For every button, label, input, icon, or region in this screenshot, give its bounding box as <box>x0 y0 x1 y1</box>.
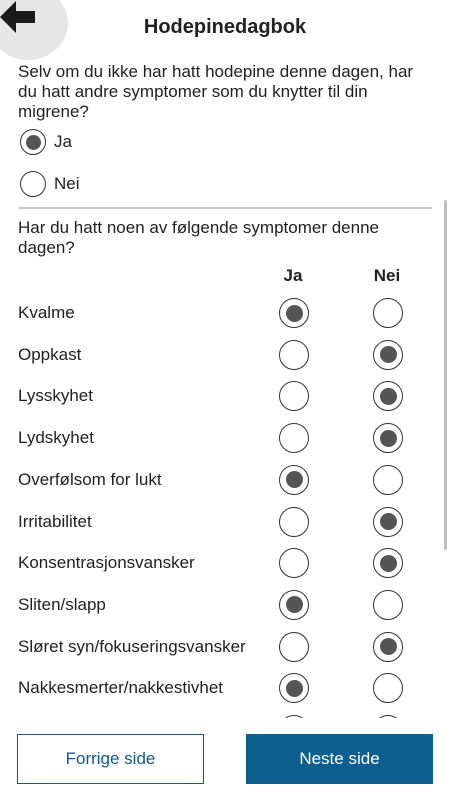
symptom-label: Konsentrasjonsvansker <box>18 553 195 573</box>
radio-ja[interactable] <box>279 464 309 495</box>
symptom-radio-ja[interactable] <box>279 339 309 370</box>
option-nei[interactable]: Nei <box>20 171 80 197</box>
option-ja[interactable]: Ja <box>20 129 72 155</box>
radio-ja[interactable] <box>279 673 309 704</box>
symptom-radio-ja[interactable] <box>279 631 309 662</box>
radio-ja[interactable] <box>279 423 309 454</box>
scrollbar[interactable] <box>444 200 447 550</box>
symptom-row: Konsentrasjonsvansker <box>0 542 440 584</box>
symptom-label: Sløret syn/fokuseringsvansker <box>18 636 246 656</box>
symptom-radio-nei[interactable] <box>373 631 403 662</box>
question-2-text: Har du hatt noen av følgende symptomer d… <box>18 218 379 257</box>
symptom-radio-ja[interactable] <box>279 589 309 620</box>
radio-nei[interactable] <box>373 506 403 537</box>
symptom-radio-nei[interactable] <box>373 589 403 620</box>
column-header-ja: Ja <box>283 266 303 285</box>
symptom-label: Lydskyhet <box>18 428 94 448</box>
radio-ja[interactable] <box>279 339 309 370</box>
radio-nei[interactable] <box>373 381 403 412</box>
symptom-radio-nei[interactable] <box>373 381 403 412</box>
page-title: Hodepinedagbok <box>143 16 307 38</box>
radio-nei[interactable] <box>373 464 403 495</box>
symptom-row: Nakkesmerter/nakkestivhet <box>0 667 440 709</box>
symptom-label: Sliten/slapp <box>18 594 106 614</box>
symptom-label: Lysskyhet <box>18 386 93 406</box>
radio-nei[interactable] <box>373 589 403 620</box>
radio-nei[interactable] <box>373 631 403 662</box>
symptom-row: Irritabilitet <box>0 501 440 543</box>
radio-nei[interactable] <box>373 298 403 328</box>
radio-nei[interactable] <box>373 548 403 579</box>
radio-nei[interactable] <box>373 423 403 454</box>
symptom-radio-nei[interactable] <box>373 423 403 454</box>
radio-ja[interactable] <box>279 506 309 537</box>
symptom-row: Overfølsom for lukt <box>0 459 440 501</box>
radio-nei[interactable] <box>373 339 403 370</box>
symptom-row: Lydskyhet <box>0 417 440 459</box>
symptom-radio-ja[interactable] <box>279 381 309 412</box>
symptom-radio-ja[interactable] <box>279 464 309 495</box>
symptom-radio-ja[interactable] <box>279 673 309 704</box>
option-ja-label: Ja <box>54 132 72 151</box>
radio-nei[interactable] <box>373 673 403 704</box>
symptom-radio-ja[interactable] <box>279 548 309 579</box>
radio-ja[interactable] <box>20 129 46 155</box>
symptom-row: Kvalme <box>0 292 440 334</box>
radio-ja[interactable] <box>279 548 309 579</box>
symptom-row: Sliten/slapp <box>0 584 440 626</box>
symptom-radio-ja[interactable] <box>279 506 309 537</box>
symptom-radio-nei[interactable] <box>373 298 403 328</box>
symptom-radio-nei[interactable] <box>373 464 403 495</box>
radio-ja[interactable] <box>279 381 309 412</box>
symptom-label: Oppkast <box>18 344 82 364</box>
symptom-radio-ja[interactable] <box>279 423 309 454</box>
radio-nei[interactable] <box>20 171 46 197</box>
radio-ja[interactable] <box>279 631 309 662</box>
symptom-label: Nakkesmerter/nakkestivhet <box>18 678 224 698</box>
question-1-text: Selv om du ikke har hatt hodepine denne … <box>18 62 414 121</box>
symptom-label: Kvalme <box>18 303 75 322</box>
divider <box>18 207 432 209</box>
column-header-nei: Nei <box>373 266 401 285</box>
symptom-radio-nei[interactable] <box>373 673 403 704</box>
symptom-radio-nei[interactable] <box>373 339 403 370</box>
previous-page-button[interactable]: Forrige side <box>17 734 204 784</box>
symptom-radio-ja[interactable] <box>279 298 309 328</box>
symptom-row: Lysskyhet <box>0 375 440 417</box>
radio-ja[interactable] <box>279 589 309 620</box>
symptom-label: Irritabilitet <box>18 511 92 531</box>
symptom-radio-nei[interactable] <box>373 548 403 579</box>
radio-ja[interactable] <box>279 298 309 328</box>
symptom-row: Oppkast <box>0 334 440 376</box>
symptom-row: Sløret syn/fokuseringsvansker <box>0 626 440 668</box>
next-page-button[interactable]: Neste side <box>246 734 433 784</box>
option-nei-label: Nei <box>54 174 80 193</box>
symptom-radio-nei[interactable] <box>373 506 403 537</box>
symptom-label: Overfølsom for lukt <box>18 469 162 489</box>
